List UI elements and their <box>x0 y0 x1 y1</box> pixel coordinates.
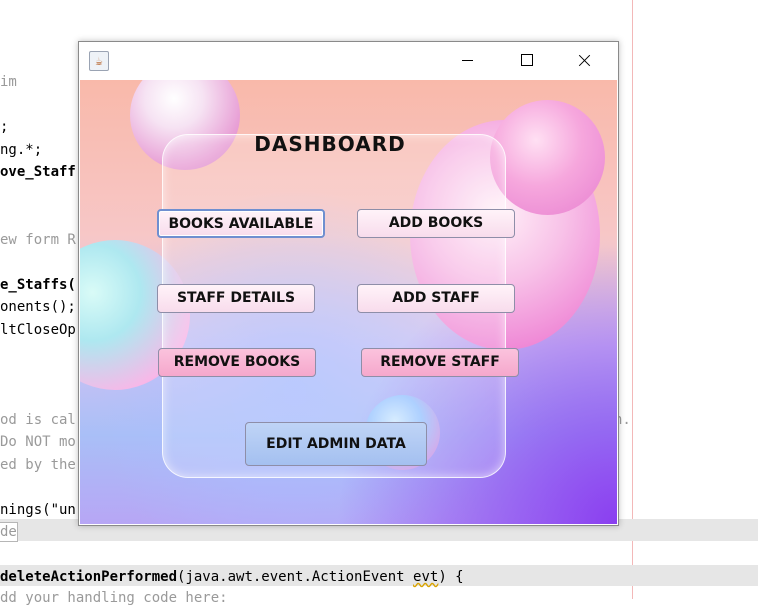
code-line: nings("un <box>0 502 76 518</box>
code-line: e_Staffs( <box>0 277 76 293</box>
remove-staff-button[interactable]: REMOVE STAFF <box>361 348 519 377</box>
dashboard-window: ☕ DASHBOARD BOOKS AVAILABLE ADD BOOKS ST… <box>78 41 619 526</box>
method-brace: ) { <box>438 569 464 585</box>
edit-admin-data-button[interactable]: EDIT ADMIN DATA <box>245 422 427 466</box>
java-coffee-icon[interactable]: ☕ <box>89 51 109 71</box>
remove-books-button[interactable]: REMOVE BOOKS <box>158 348 316 377</box>
method-params: (java.awt.event.ActionEvent <box>177 569 414 585</box>
decorative-bubble <box>490 100 605 215</box>
code-line: ltCloseOp <box>0 322 76 338</box>
code-line: ew form R <box>0 232 76 248</box>
code-line: ; <box>0 119 9 135</box>
add-staff-button[interactable]: ADD STAFF <box>357 284 515 313</box>
minimize-button[interactable] <box>445 42 491 79</box>
code-line: ng.*; <box>0 142 43 158</box>
method-name: deleteActionPerformed <box>0 569 178 585</box>
param-name: evt <box>413 569 439 585</box>
title-bar[interactable]: ☕ <box>79 42 618 79</box>
dashboard-background: DASHBOARD BOOKS AVAILABLE ADD BOOKS STAF… <box>80 80 617 524</box>
staff-details-button[interactable]: STAFF DETAILS <box>157 284 315 313</box>
maximize-button[interactable] <box>503 42 549 79</box>
code-line: deleteActionPerformed(java.awt.event.Act… <box>0 568 464 586</box>
code-fold-marker[interactable]: de <box>0 522 18 542</box>
code-line: ove_Staff <box>0 164 76 180</box>
close-button[interactable] <box>561 42 607 79</box>
code-line: onents(); <box>0 299 76 315</box>
code-line: im <box>0 74 17 90</box>
books-available-button[interactable]: BOOKS AVAILABLE <box>157 209 325 238</box>
code-line: Do NOT mo <box>0 434 76 450</box>
code-line: od is cal <box>0 412 76 428</box>
add-books-button[interactable]: ADD BOOKS <box>357 209 515 238</box>
page-title: DASHBOARD <box>254 132 406 156</box>
code-line: ed by the <box>0 457 76 473</box>
right-margin-guide <box>632 0 633 599</box>
code-line: dd your handling code here: <box>0 590 228 606</box>
